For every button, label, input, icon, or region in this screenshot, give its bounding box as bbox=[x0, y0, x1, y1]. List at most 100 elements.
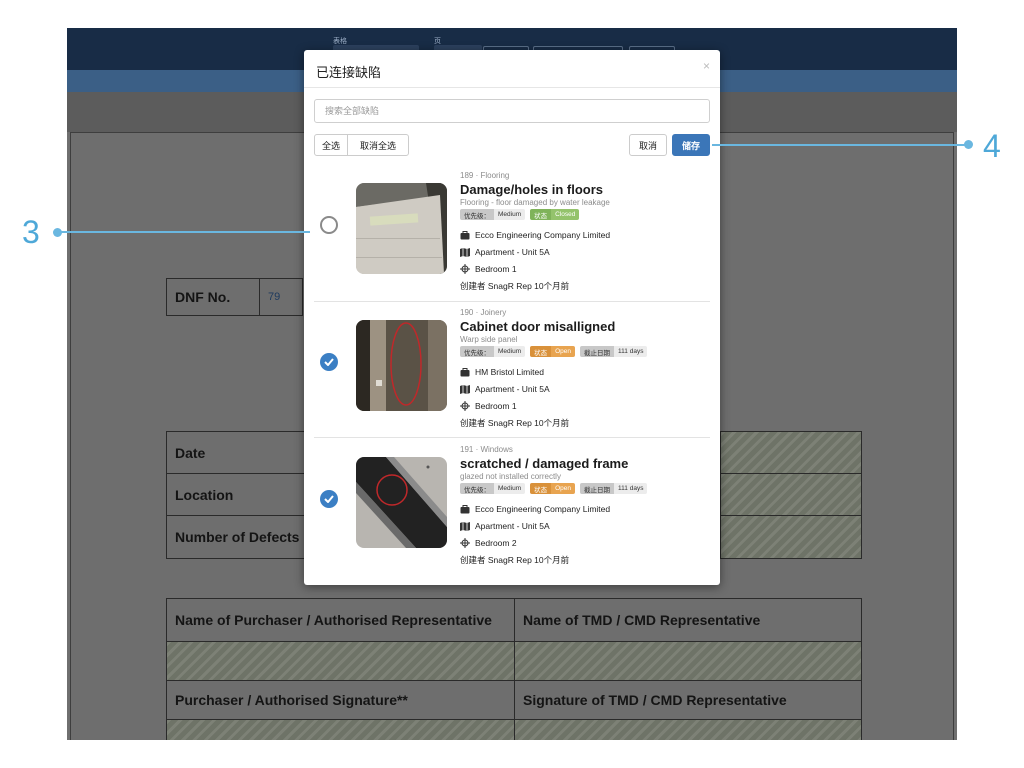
status-label: 状态 bbox=[530, 483, 552, 494]
defect-photo bbox=[356, 320, 447, 411]
defect-subtitle: 189 · Flooring bbox=[460, 171, 510, 180]
window-frame-photo-icon bbox=[356, 457, 447, 548]
modal-title: 已连接缺陷 bbox=[316, 65, 382, 80]
company-name: Ecco Engineering Company Limited bbox=[475, 504, 611, 514]
search-input[interactable] bbox=[314, 99, 710, 123]
annotation-line-left bbox=[58, 231, 310, 233]
map-icon bbox=[460, 247, 470, 257]
location-row: Apartment - Unit 5A bbox=[460, 521, 550, 531]
location-label-cell: Location bbox=[166, 473, 306, 516]
creator-text: 创建者 SnagR Rep 10个月前 bbox=[460, 281, 570, 291]
room-row: Bedroom 1 bbox=[460, 264, 517, 274]
deselect-all-button[interactable]: 取消全选 bbox=[347, 134, 409, 156]
defect-badges: 优先级： Medium 状态 Open 截止日期 111 days bbox=[460, 483, 648, 494]
priority-badge: 优先级： Medium bbox=[460, 209, 526, 220]
purchaser-name-label-cell: Name of Purchaser / Authorised Represent… bbox=[166, 598, 515, 642]
defects-value-cell[interactable] bbox=[720, 515, 862, 559]
priority-badge: 优先级： Medium bbox=[460, 483, 526, 494]
defect-description: glazed not installed correctly bbox=[460, 472, 561, 481]
date-label-cell: Date bbox=[166, 431, 306, 474]
radio-empty-icon[interactable] bbox=[320, 216, 338, 234]
room-name: Bedroom 1 bbox=[475, 401, 517, 411]
defect-title: Cabinet door misalligned bbox=[460, 319, 616, 334]
priority-label: 优先级： bbox=[460, 209, 494, 220]
defect-title: Damage/holes in floors bbox=[460, 182, 604, 197]
crosshair-icon bbox=[460, 401, 470, 411]
briefcase-icon bbox=[460, 230, 470, 240]
save-button[interactable]: 储存 bbox=[672, 134, 710, 156]
dnf-value: 79 bbox=[268, 291, 281, 303]
cancel-button[interactable]: 取消 bbox=[629, 134, 667, 156]
due-badge: 截止日期 111 days bbox=[580, 483, 648, 494]
creator-row: 创建者 SnagR Rep 10个月前 bbox=[460, 280, 569, 292]
purchaser-signature-label-cell: Purchaser / Authorised Signature** bbox=[166, 680, 515, 720]
due-label: 截止日期 bbox=[580, 483, 615, 494]
tmd-name-field[interactable] bbox=[514, 641, 862, 681]
room-row: Bedroom 1 bbox=[460, 401, 517, 411]
close-icon[interactable]: × bbox=[703, 59, 710, 73]
check-circle-icon[interactable] bbox=[320, 490, 338, 508]
status-value: Closed bbox=[551, 209, 580, 220]
location-name: Apartment - Unit 5A bbox=[475, 521, 550, 531]
company-name: Ecco Engineering Company Limited bbox=[475, 230, 611, 240]
location-label: Location bbox=[175, 486, 234, 503]
defects-label: Number of Defects bbox=[175, 529, 300, 545]
priority-value: Medium bbox=[494, 346, 526, 357]
due-value: 111 days bbox=[614, 346, 648, 357]
creator-row: 创建者 SnagR Rep 10个月前 bbox=[460, 417, 569, 429]
due-label: 截止日期 bbox=[580, 346, 615, 357]
company-name: HM Bristol Limited bbox=[475, 367, 544, 377]
company-row: Ecco Engineering Company Limited bbox=[460, 230, 610, 240]
defect-item[interactable]: 189 · Flooring Damage/holes in floors Fl… bbox=[314, 166, 710, 303]
room-name: Bedroom 2 bbox=[475, 538, 517, 548]
location-row: Apartment - Unit 5A bbox=[460, 384, 550, 394]
defect-badges: 优先级： Medium 状态 Closed bbox=[460, 209, 580, 220]
status-value: Open bbox=[551, 483, 576, 494]
status-label: 状态 bbox=[530, 209, 552, 220]
room-row: Bedroom 2 bbox=[460, 538, 517, 548]
purchaser-name-label: Name of Purchaser / Authorised Represent… bbox=[175, 612, 492, 628]
purchaser-signature-label: Purchaser / Authorised Signature** bbox=[175, 692, 408, 708]
defect-item[interactable]: 191 · Windows scratched / damaged frame … bbox=[314, 440, 710, 577]
status-value: Open bbox=[551, 346, 576, 357]
dnf-value-cell[interactable]: 79 bbox=[259, 278, 303, 316]
priority-label: 优先级： bbox=[460, 346, 494, 357]
status-label: 状态 bbox=[530, 346, 552, 357]
screenshot-stage: 表格 页 DNF No. 79 Date Location Number of … bbox=[0, 0, 1024, 768]
location-name: Apartment - Unit 5A bbox=[475, 384, 550, 394]
map-icon bbox=[460, 384, 470, 394]
dnf-label-cell: DNF No. bbox=[166, 278, 260, 316]
tmd-signature-label: Signature of TMD / CMD Representative bbox=[523, 692, 787, 708]
floor-photo-icon bbox=[356, 183, 447, 274]
defect-subtitle: 191 · Windows bbox=[460, 445, 513, 454]
due-badge: 截止日期 111 days bbox=[580, 346, 648, 357]
annotation-line-right bbox=[712, 144, 968, 146]
defect-badges: 优先级： Medium 状态 Open 截止日期 111 days bbox=[460, 346, 648, 357]
location-value-cell[interactable] bbox=[720, 473, 862, 516]
status-badge: 状态 Open bbox=[530, 483, 576, 494]
creator-text: 创建者 SnagR Rep 10个月前 bbox=[460, 418, 570, 428]
select-all-button[interactable]: 全选 bbox=[314, 134, 348, 156]
date-value-cell[interactable] bbox=[720, 431, 862, 474]
company-row: Ecco Engineering Company Limited bbox=[460, 504, 610, 514]
annotation-number-left: 3 bbox=[22, 214, 40, 250]
crosshair-icon bbox=[460, 264, 470, 274]
tmd-signature-label-cell: Signature of TMD / CMD Representative bbox=[514, 680, 862, 720]
briefcase-icon bbox=[460, 367, 470, 377]
tmd-signature-field[interactable] bbox=[514, 719, 862, 740]
defect-description: Warp side panel bbox=[460, 335, 518, 344]
check-circle-icon[interactable] bbox=[320, 353, 338, 371]
creator-row: 创建者 SnagR Rep 10个月前 bbox=[460, 554, 569, 566]
tmd-name-label-cell: Name of TMD / CMD Representative bbox=[514, 598, 862, 642]
location-name: Apartment - Unit 5A bbox=[475, 247, 550, 257]
defect-item[interactable]: 190 · Joinery Cabinet door misalligned W… bbox=[314, 303, 710, 440]
purchaser-name-field[interactable] bbox=[166, 641, 515, 681]
map-icon bbox=[460, 521, 470, 531]
item-divider bbox=[314, 301, 710, 302]
priority-badge: 优先级： Medium bbox=[460, 346, 526, 357]
defect-description: Flooring - floor damaged by water leakag… bbox=[460, 198, 610, 207]
modal-header: 已连接缺陷 × bbox=[304, 50, 720, 88]
defect-photo bbox=[356, 183, 447, 274]
priority-value: Medium bbox=[494, 483, 526, 494]
purchaser-signature-field[interactable] bbox=[166, 719, 515, 740]
